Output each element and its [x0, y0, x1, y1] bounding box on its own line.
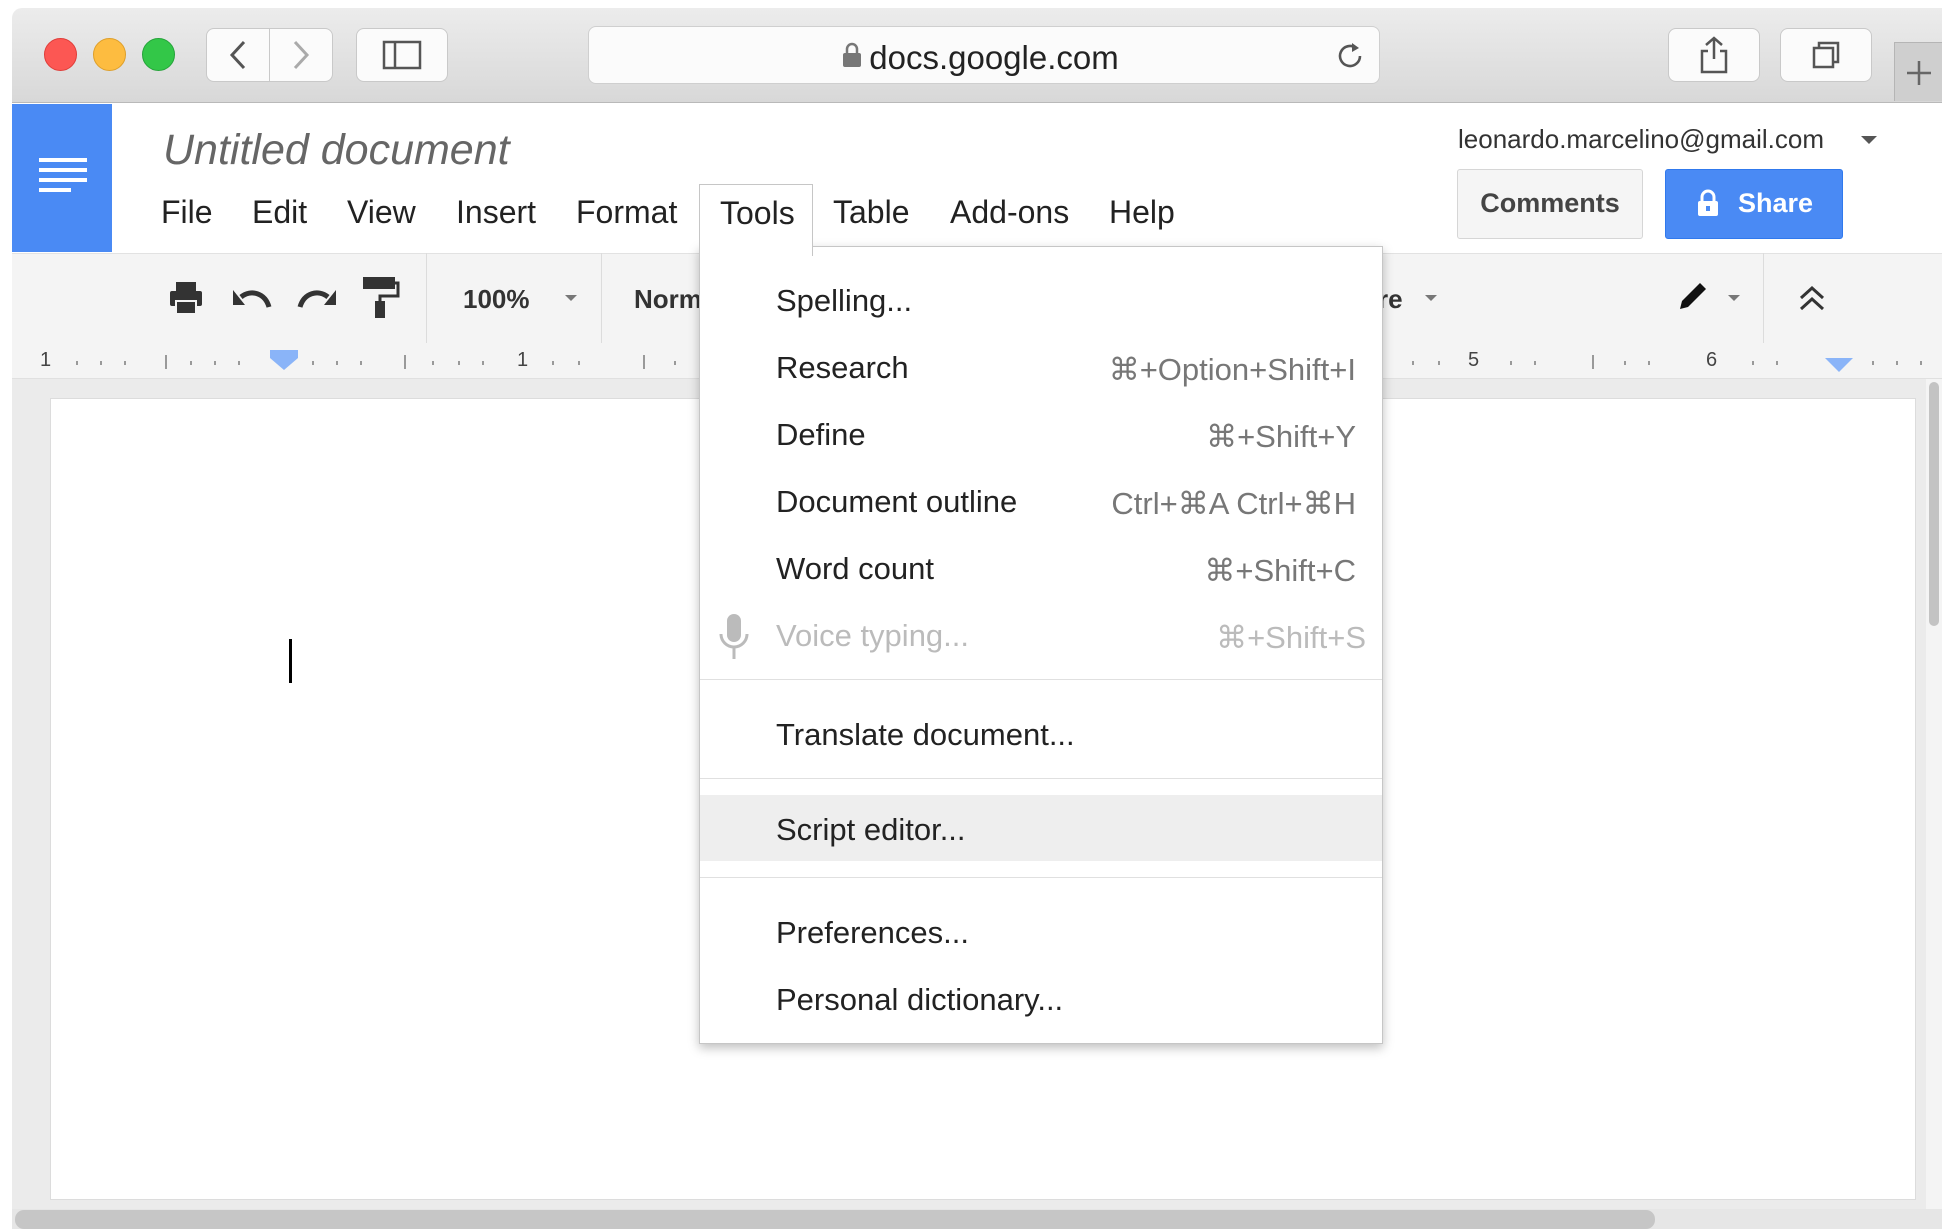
ruler-label: 1: [517, 349, 529, 371]
new-tab-button[interactable]: [1894, 42, 1942, 101]
zoom-dropdown-icon[interactable]: [564, 294, 578, 302]
comments-button[interactable]: Comments: [1457, 169, 1643, 239]
sidebar-toggle-button[interactable]: [356, 28, 448, 82]
zoom-select[interactable]: 100%: [463, 284, 530, 315]
zoom-window-button[interactable]: [142, 38, 175, 71]
menu-separator: [700, 679, 1382, 680]
menu-item-label: Preferences...: [776, 915, 969, 950]
docs-logo-icon: [39, 158, 87, 192]
menu-item-shortcut: ⌘+Shift+Y: [1206, 419, 1356, 454]
menu-item-label: Define: [776, 417, 866, 452]
menu-table[interactable]: Table: [833, 194, 910, 231]
tools-menu-item-voice-typing: Voice typing... ⌘+Shift+S: [700, 604, 1382, 670]
tools-menu-item-research[interactable]: Research ⌘+Option+Shift+I: [700, 336, 1382, 402]
toolbar-divider: [1763, 253, 1764, 343]
menu-item-label: Research: [776, 350, 909, 385]
menu-file[interactable]: File: [161, 194, 213, 231]
chevron-left-icon: [229, 40, 246, 70]
microphone-icon: [719, 614, 749, 659]
menu-separator: [700, 778, 1382, 779]
pencil-icon[interactable]: [1674, 277, 1712, 315]
reload-icon[interactable]: [1334, 39, 1366, 73]
share-page-button[interactable]: [1668, 28, 1760, 82]
address-bar[interactable]: docs.google.com: [588, 26, 1380, 84]
menu-item-label: Voice typing...: [776, 618, 970, 653]
menu-item-label: Translate document...: [776, 717, 1075, 752]
chevron-right-icon: [293, 40, 310, 70]
sidebar-icon: [382, 40, 422, 70]
text-cursor: [289, 639, 292, 683]
tools-menu-item-spelling[interactable]: Spelling...: [700, 269, 1382, 335]
menu-separator: [700, 877, 1382, 878]
lock-icon: [1698, 189, 1718, 216]
share-label: Share: [1738, 188, 1814, 218]
plus-icon: [1907, 61, 1931, 85]
menu-item-shortcut: ⌘+Shift+C: [1204, 553, 1356, 588]
account-email[interactable]: leonardo.marcelino@gmail.com: [1458, 124, 1824, 155]
tools-menu-item-preferences[interactable]: Preferences...: [700, 901, 1382, 967]
tools-menu-item-personal-dictionary[interactable]: Personal dictionary...: [700, 968, 1382, 1034]
menu-item-label: Word count: [776, 551, 934, 586]
menu-tools-label: Tools: [720, 195, 795, 231]
tools-menu-item-word-count[interactable]: Word count ⌘+Shift+C: [700, 537, 1382, 603]
undo-icon[interactable]: [231, 281, 273, 313]
paint-format-icon[interactable]: [360, 274, 400, 320]
menu-item-label: Document outline: [776, 484, 1018, 519]
print-icon[interactable]: [167, 279, 205, 317]
comments-label: Comments: [1480, 188, 1620, 218]
menu-item-shortcut: ⌘+Option+Shift+I: [1108, 352, 1356, 387]
menu-view[interactable]: View: [347, 194, 416, 231]
tools-menu-item-translate-document[interactable]: Translate document...: [700, 703, 1382, 769]
redo-icon[interactable]: [296, 281, 338, 313]
document-title[interactable]: Untitled document: [163, 126, 510, 175]
account-dropdown-icon[interactable]: [1859, 134, 1879, 146]
menu-insert[interactable]: Insert: [456, 194, 536, 231]
docs-home-button[interactable]: [12, 104, 112, 252]
toolbar-divider: [601, 253, 602, 343]
tools-menu-item-define[interactable]: Define ⌘+Shift+Y: [700, 403, 1382, 469]
menu-addons[interactable]: Add-ons: [950, 194, 1069, 231]
back-button[interactable]: [206, 28, 270, 82]
menu-help[interactable]: Help: [1109, 194, 1175, 231]
paragraph-style-select[interactable]: Norm: [634, 284, 702, 315]
vertical-scrollbar-thumb[interactable]: [1929, 382, 1939, 626]
ruler-label: 6: [1706, 349, 1718, 371]
ruler-label: 1: [40, 349, 52, 371]
editing-mode-dropdown-icon[interactable]: [1727, 294, 1741, 302]
ruler-label: 5: [1468, 349, 1480, 371]
url-text: docs.google.com: [869, 39, 1119, 76]
horizontal-scrollbar-thumb[interactable]: [15, 1210, 1655, 1229]
menu-tools[interactable]: Tools: [699, 184, 813, 256]
close-window-button[interactable]: [44, 38, 77, 71]
tools-menu-item-script-editor[interactable]: Script editor...: [700, 795, 1382, 861]
menu-item-shortcut: Ctrl+⌘A Ctrl+⌘H: [1111, 486, 1356, 521]
tab-overview-button[interactable]: [1780, 28, 1872, 82]
tools-menu-item-document-outline[interactable]: Document outline Ctrl+⌘A Ctrl+⌘H: [700, 470, 1382, 536]
menu-format[interactable]: Format: [576, 194, 677, 231]
share-button[interactable]: Share: [1665, 169, 1843, 239]
forward-button[interactable]: [269, 28, 333, 82]
minimize-window-button[interactable]: [93, 38, 126, 71]
more-dropdown-icon[interactable]: [1424, 294, 1438, 302]
menu-edit[interactable]: Edit: [252, 194, 307, 231]
tools-menu: Spelling... Research ⌘+Option+Shift+I De…: [699, 246, 1383, 1044]
menu-item-label: Personal dictionary...: [776, 982, 1064, 1017]
menu-item-label: Spelling...: [776, 283, 913, 318]
menu-item-shortcut: ⌘+Shift+S: [1216, 620, 1366, 655]
tabs-icon: [1812, 41, 1840, 69]
share-upload-icon: [1700, 36, 1728, 74]
collapse-chevron-up-icon[interactable]: [1797, 283, 1827, 313]
toolbar-divider: [426, 253, 427, 343]
menu-item-label: Script editor...: [776, 812, 966, 847]
